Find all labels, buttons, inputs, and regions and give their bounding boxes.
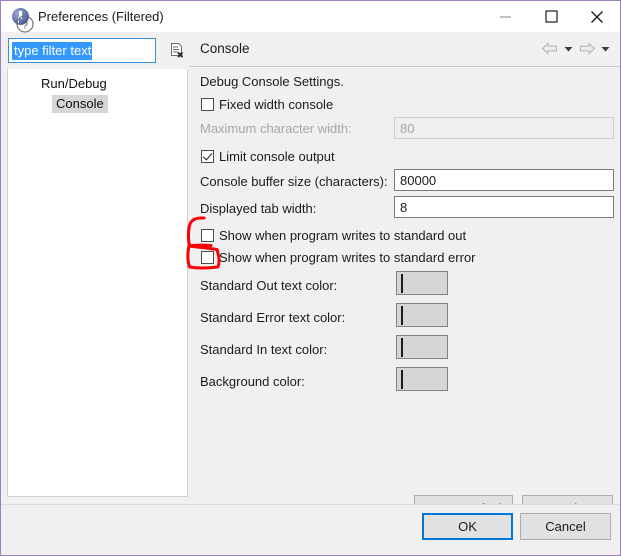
label-background-color: Background color: [200,374,305,389]
maximize-icon [544,10,558,23]
checkbox-box[interactable] [201,98,214,111]
checkbox-box[interactable] [201,229,214,242]
standard-out-color-button[interactable] [396,271,448,295]
checkbox-show-standard-out[interactable]: Show when program writes to standard out [201,228,466,243]
label-displayed-tab-width: Displayed tab width: [200,201,317,216]
filter-input-value: type filter text [12,41,93,60]
maximize-button[interactable] [528,1,574,32]
standard-in-color-button[interactable] [396,335,448,359]
cancel-button[interactable]: Cancel [520,513,611,540]
checkbox-label: Show when program writes to standard out [219,228,467,243]
color-chip [401,370,403,389]
checkbox-limit-console-output[interactable]: Limit console output [201,149,335,164]
ok-button[interactable]: OK [422,513,513,540]
page-navigation [540,40,614,57]
label-standard-error-color: Standard Error text color: [200,310,346,325]
page-content: Debug Console Settings. Fixed width cons… [189,67,620,521]
color-chip [401,338,403,357]
page-header: Console [189,32,620,67]
search-input[interactable]: type filter text [8,38,156,63]
window-controls [482,1,620,32]
clear-filter-icon[interactable] [168,41,186,59]
close-button[interactable] [574,1,620,32]
checkbox-label: Limit console output [219,149,335,164]
page-title: Console [200,41,250,56]
background-color-button[interactable] [396,367,448,391]
label-console-buffer-size: Console buffer size (characters): [200,174,388,189]
label-standard-out-color: Standard Out text color: [200,278,338,293]
forward-arrow-icon[interactable] [577,40,597,57]
preferences-dialog: Preferences (Filtered) type filter text [0,0,621,556]
checkbox-show-standard-error[interactable]: Show when program writes to standard err… [201,250,476,265]
color-chip [401,306,403,325]
minimize-icon [499,16,511,18]
label-standard-in-color: Standard In text color: [200,342,328,357]
preference-page: Console Debug Console Settings. Fixed wi… [189,32,620,521]
checkbox-fixed-width-console[interactable]: Fixed width console [201,97,333,112]
color-chip [401,274,403,293]
minimize-button[interactable] [482,1,528,32]
forward-history-chevron-down-icon[interactable] [597,40,614,57]
svg-text:?: ? [22,19,28,31]
preference-tree[interactable]: Run/Debug Console [7,69,188,497]
sidebar-item-run-debug[interactable]: Run/Debug [41,76,107,91]
help-icon[interactable]: ? [15,14,35,34]
standard-error-color-button[interactable] [396,303,448,327]
back-history-chevron-down-icon[interactable] [560,40,577,57]
close-icon [591,10,603,23]
section-title: Debug Console Settings. [200,74,344,89]
sidebar-item-console[interactable]: Console [52,95,108,113]
label-maximum-character-width: Maximum character width: [200,121,352,136]
checkbox-label: Fixed width console [219,97,334,112]
checkbox-box[interactable] [201,251,214,264]
window-title: Preferences (Filtered) [38,9,164,24]
checkbox-box[interactable] [201,150,214,163]
console-buffer-size-field[interactable]: 80000 [394,169,614,191]
maximum-character-width-field[interactable]: 80 [394,117,614,139]
filter-row: type filter text [8,38,188,63]
checkbox-label: Show when program writes to standard err… [219,250,476,265]
back-arrow-icon[interactable] [540,40,560,57]
displayed-tab-width-field[interactable]: 8 [394,196,614,218]
